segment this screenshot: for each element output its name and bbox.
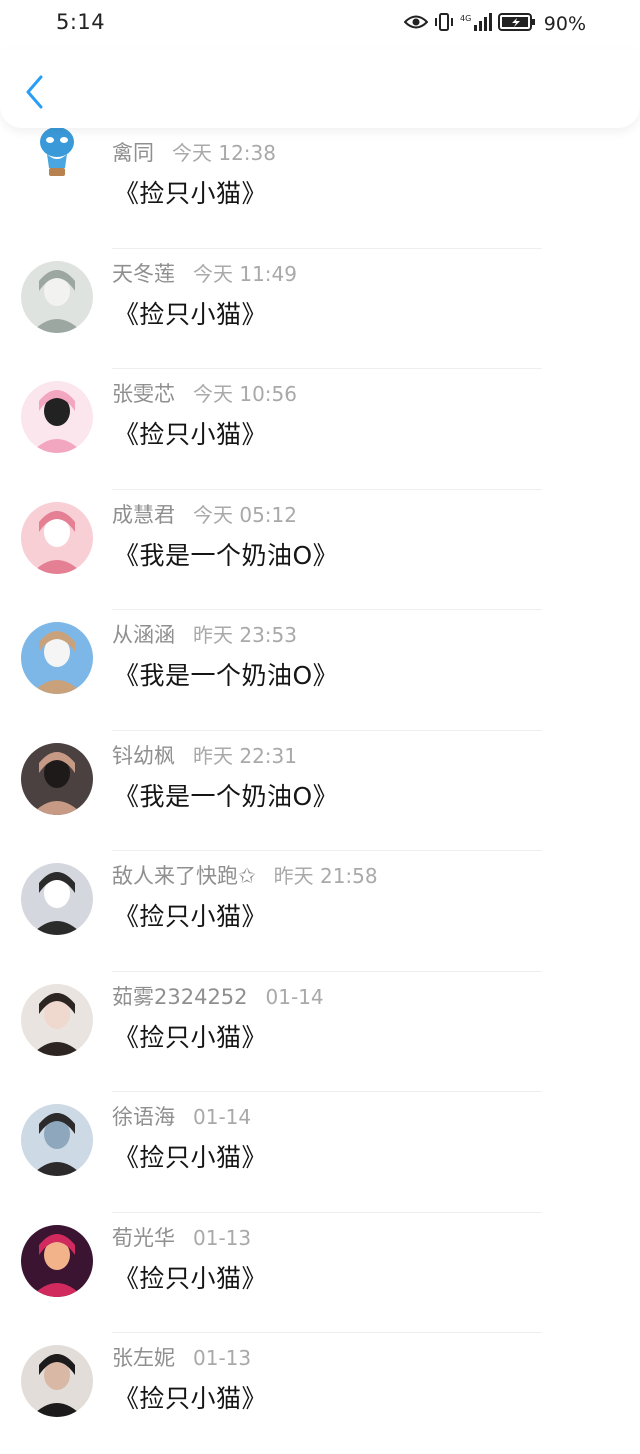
avatar[interactable] [21,863,93,935]
message-meta: 禽同 今天 12:38 [112,137,276,167]
message-row[interactable]: 荀光华 01-13 《捡只小猫》 [0,1213,640,1333]
status-bar: 5:14 4G 90% [0,0,640,50]
battery-icon [497,12,536,36]
avatar[interactable] [21,501,93,574]
message-meta: 成慧君 今天 05:12 [112,499,297,529]
message-text: 《捡只小猫》 [114,420,268,449]
sender-name[interactable]: 张雯芯 [112,378,175,408]
message-list: 禽同 今天 12:38 《捡只小猫》 天冬莲 今天 11:49 《捡只小猫》 张雯芯 今天 1… [0,127,640,1454]
sender-name[interactable]: 张左妮 [112,1342,175,1372]
svg-text:4G: 4G [460,14,471,23]
message-time: 01-14 [193,1105,252,1129]
avatar[interactable] [21,742,93,815]
signal-icon: 4G [460,12,492,36]
sender-name[interactable]: 荀光华 [112,1222,175,1252]
message-row[interactable]: 徐语海 01-14 《捡只小猫》 [0,1092,640,1213]
avatar[interactable] [21,983,93,1056]
message-row[interactable]: 茹雾2324252 01-14 《捡只小猫》 [0,972,640,1092]
message-row[interactable]: 敌人来了快跑✩ 昨天 21:58 《捡只小猫》 [0,851,640,972]
sender-name[interactable]: 敌人来了快跑✩ [112,860,256,890]
message-meta: 天冬莲 今天 11:49 [112,258,297,288]
message-time: 01-14 [265,984,324,1009]
message-meta: 徐语海 01-14 [112,1101,251,1131]
sender-name[interactable]: 钭幼枫 [112,740,175,770]
back-button[interactable] [20,74,50,114]
avatar[interactable] [21,381,93,453]
avatar[interactable] [21,1104,93,1176]
message-row[interactable]: 从涵涵 昨天 23:53 《我是一个奶油O》 [0,610,640,731]
sender-name[interactable]: 茹雾2324252 [112,981,248,1011]
sender-name[interactable]: 徐语海 [112,1101,175,1131]
sender-name[interactable]: 成慧君 [112,499,175,529]
message-text: 《我是一个奶油O》 [114,781,339,811]
message-meta: 荀光华 01-13 [112,1222,251,1252]
message-time: 01-13 [193,1346,252,1370]
sender-name[interactable]: 从涵涵 [112,619,175,649]
avatar[interactable] [21,1224,93,1297]
message-text: 《捡只小猫》 [114,179,268,208]
message-text: 《我是一个奶油O》 [114,540,339,570]
message-text: 《我是一个奶油O》 [114,661,339,690]
message-meta: 张雯芯 今天 10:56 [112,378,297,408]
avatar[interactable] [21,260,93,333]
message-time: 今天 12:38 [172,141,276,165]
message-time: 昨天 23:53 [193,623,297,647]
vibrate-icon [434,12,454,36]
sender-name[interactable]: 天冬莲 [112,258,175,288]
message-row[interactable]: 成慧君 今天 05:12 《我是一个奶油O》 [0,490,640,610]
message-meta: 敌人来了快跑✩ 昨天 21:58 [112,860,378,890]
message-time: 昨天 22:31 [193,743,297,768]
message-time: 昨天 21:58 [273,864,378,888]
status-time: 5:14 [56,10,106,34]
message-meta: 从涵涵 昨天 23:53 [112,619,297,649]
message-row[interactable]: 钭幼枫 昨天 22:31 《我是一个奶油O》 [0,731,640,851]
status-icons: 4G 90% [403,12,586,36]
message-time: 今天 05:12 [193,502,297,527]
message-row[interactable]: 张左妮 01-13 《捡只小猫》 [0,1333,640,1454]
message-time: 01-13 [193,1225,252,1250]
battery-percent: 90% [543,13,586,35]
sender-name[interactable]: 禽同 [112,137,154,167]
message-text: 《捡只小猫》 [114,1384,268,1413]
message-text: 《捡只小猫》 [114,1263,268,1293]
message-text: 《捡只小猫》 [114,1143,268,1172]
message-time: 今天 10:56 [193,382,297,406]
eye-icon [403,14,429,34]
message-row[interactable]: 禽同 今天 12:38 《捡只小猫》 [0,127,640,249]
message-meta: 张左妮 01-13 [112,1342,251,1372]
top-nav [0,50,640,128]
avatar[interactable] [21,1345,93,1417]
message-time: 今天 11:49 [193,261,297,286]
chevron-left-icon [25,75,45,113]
avatar[interactable] [21,622,93,694]
message-row[interactable]: 张雯芯 今天 10:56 《捡只小猫》 [0,369,640,490]
message-text: 《捡只小猫》 [114,1022,268,1052]
message-text: 《捡只小猫》 [114,902,268,931]
message-meta: 茹雾2324252 01-14 [112,981,324,1011]
message-meta: 钭幼枫 昨天 22:31 [112,740,297,770]
message-row[interactable]: 天冬莲 今天 11:49 《捡只小猫》 [0,249,640,369]
message-text: 《捡只小猫》 [114,299,268,329]
